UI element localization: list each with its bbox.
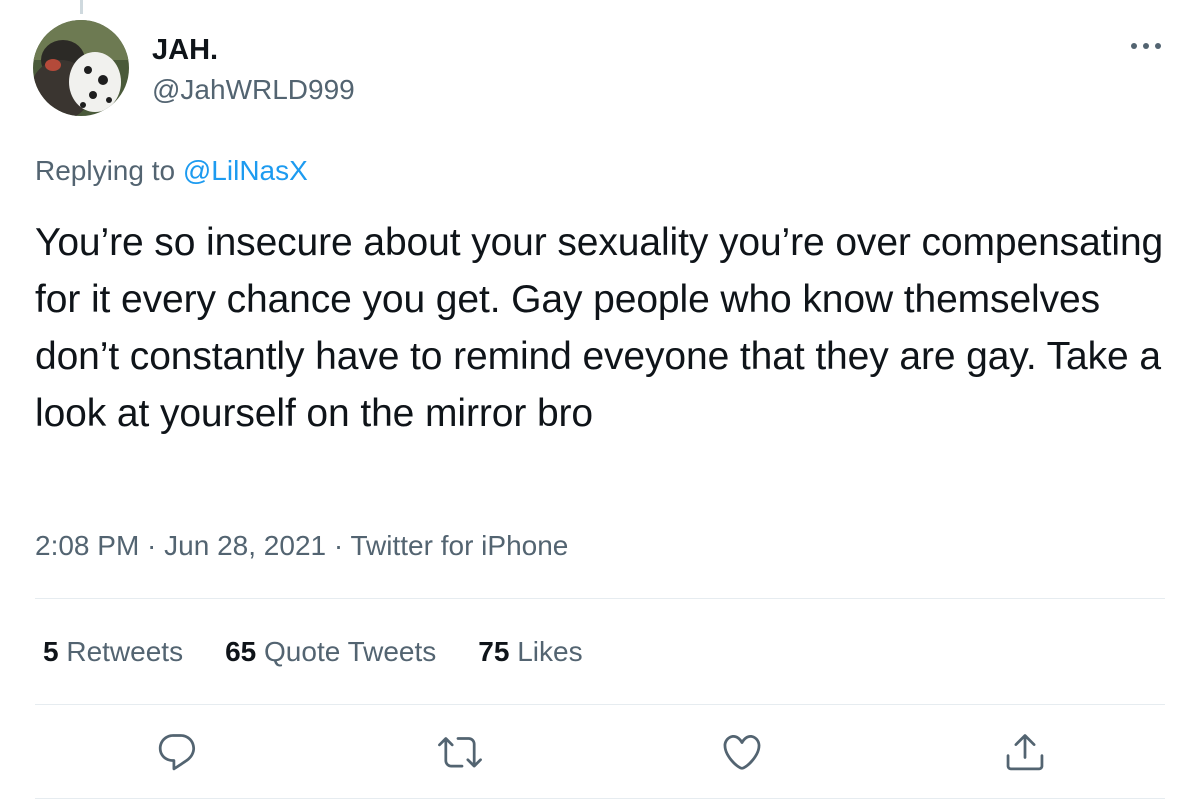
retweet-button[interactable] bbox=[438, 730, 482, 774]
replying-to: Replying to @LilNasX bbox=[35, 155, 308, 187]
user-handle[interactable]: @JahWRLD999 bbox=[152, 75, 355, 105]
more-dots-icon[interactable] bbox=[1124, 32, 1168, 60]
replying-to-label: Replying to bbox=[35, 155, 183, 186]
reply-icon bbox=[158, 734, 196, 771]
tweet-time[interactable]: 2:08 PM bbox=[35, 530, 139, 561]
divider bbox=[35, 598, 1165, 599]
retweets-label: Retweets bbox=[58, 636, 184, 667]
mention-link[interactable]: @LilNasX bbox=[183, 155, 308, 186]
retweet-icon bbox=[438, 737, 482, 768]
tweet-metadata: 2:08 PM · Jun 28, 2021 · Twitter for iPh… bbox=[35, 530, 568, 562]
thread-connector-line bbox=[80, 0, 83, 14]
tweet-text: You’re so insecure about your sexuality … bbox=[35, 221, 1164, 435]
quote-tweets-label: Quote Tweets bbox=[256, 636, 437, 667]
like-button[interactable] bbox=[720, 730, 764, 774]
divider bbox=[35, 704, 1165, 705]
meta-separator: · bbox=[326, 530, 351, 561]
likes-stat[interactable]: 75 Likes bbox=[478, 636, 582, 668]
meta-separator: · bbox=[139, 530, 165, 561]
divider bbox=[35, 798, 1165, 799]
retweets-stat[interactable]: 5 Retweets bbox=[43, 636, 183, 668]
tweet-detail: JAH. @JahWRLD999 Replying to @LilNasX Yo… bbox=[0, 0, 1198, 802]
engagement-stats: 5 Retweets 65 Quote Tweets 75 Likes bbox=[43, 636, 583, 668]
share-button[interactable] bbox=[1003, 730, 1047, 774]
display-name[interactable]: JAH. bbox=[152, 35, 218, 65]
retweets-count: 5 bbox=[43, 636, 59, 667]
share-icon bbox=[1006, 734, 1044, 771]
avatar[interactable] bbox=[33, 20, 129, 116]
likes-count: 75 bbox=[478, 636, 510, 667]
likes-label: Likes bbox=[509, 636, 583, 667]
reply-button[interactable] bbox=[155, 730, 199, 774]
quote-tweets-count: 65 bbox=[225, 636, 257, 667]
heart-icon bbox=[723, 734, 761, 770]
tweet-source[interactable]: Twitter for iPhone bbox=[350, 530, 568, 561]
profile-photo-icon bbox=[33, 20, 129, 116]
tweet-date[interactable]: Jun 28, 2021 bbox=[164, 530, 326, 561]
quote-tweets-stat[interactable]: 65 Quote Tweets bbox=[225, 636, 436, 668]
